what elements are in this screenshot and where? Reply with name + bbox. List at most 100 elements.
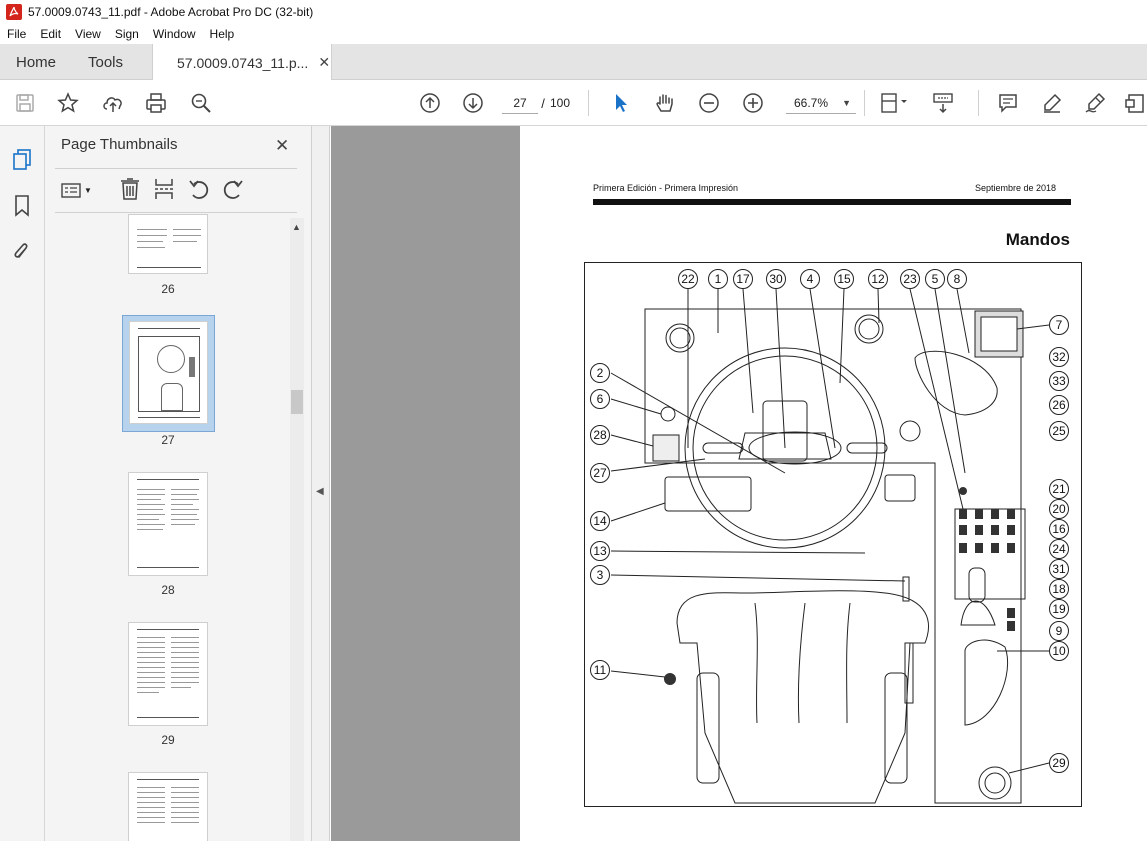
callout-20: 20 [1049, 499, 1069, 519]
export-pdf-icon[interactable] [1122, 80, 1147, 126]
callout-23: 23 [900, 269, 920, 289]
left-tool-rail [0, 126, 45, 841]
page-thumbnail[interactable] [128, 214, 208, 274]
callout-12: 12 [868, 269, 888, 289]
thumbnail-options-menu[interactable]: ▼ [61, 178, 97, 202]
zoom-in-icon[interactable] [738, 80, 768, 126]
list-options-icon [61, 183, 81, 198]
zoom-out-icon[interactable] [694, 80, 724, 126]
page-thumbnail[interactable] [128, 472, 208, 576]
bookmarks-icon[interactable] [0, 192, 44, 220]
callout-28: 28 [590, 425, 610, 445]
delete-pages-icon[interactable] [119, 176, 141, 205]
callout-15: 15 [834, 269, 854, 289]
scroll-mode-icon[interactable] [928, 80, 958, 126]
tab-document[interactable]: 57.0009.0743_11.p... ✕ [152, 44, 332, 81]
thumbnail-label: 29 [161, 733, 175, 747]
thumbnail-label: 26 [161, 282, 175, 296]
callout-1: 1 [708, 269, 728, 289]
attachments-icon[interactable] [0, 238, 44, 266]
callout-8: 8 [947, 269, 967, 289]
tab-tools[interactable]: Tools [88, 44, 123, 80]
thumbnails-panel: Page Thumbnails ✕ ▼ 26 27 28 29 ▲ [45, 126, 312, 841]
page-heading: Mandos [1005, 230, 1070, 249]
callout-21: 21 [1049, 479, 1069, 499]
menu-sign[interactable]: Sign [108, 27, 146, 41]
callout-13: 13 [590, 541, 610, 561]
callout-19: 19 [1049, 599, 1069, 619]
previous-page-icon[interactable] [415, 80, 445, 126]
menu-window[interactable]: Window [146, 27, 203, 41]
save-icon[interactable] [10, 80, 40, 126]
comment-icon[interactable] [993, 80, 1023, 126]
insert-page-icon[interactable] [153, 176, 175, 205]
callout-22: 22 [678, 269, 698, 289]
next-page-icon[interactable] [458, 80, 488, 126]
header-rule [593, 199, 1071, 205]
controls-diagram: 22 1 17 30 4 15 12 23 5 8 7 32 33 26 25 … [584, 262, 1082, 807]
callout-6: 6 [590, 389, 610, 409]
window-title: 57.0009.0743_11.pdf - Adobe Acrobat Pro … [28, 4, 314, 19]
title-bar: 57.0009.0743_11.pdf - Adobe Acrobat Pro … [0, 0, 1147, 23]
page-separator: / [541, 95, 545, 111]
callout-25: 25 [1049, 421, 1069, 441]
panel-divider [55, 212, 297, 213]
page-thumbnail-selected[interactable] [129, 321, 208, 424]
toolbar-divider [588, 90, 589, 116]
page-thumbnail[interactable] [128, 772, 208, 841]
callout-2: 2 [590, 363, 610, 383]
tab-home[interactable]: Home [16, 44, 56, 80]
tab-document-label: 57.0009.0743_11.p... [177, 54, 309, 71]
total-pages: 100 [549, 96, 571, 110]
menu-bar: File Edit View Sign Window Help [0, 23, 1147, 44]
document-viewport[interactable]: Primera Edición - Primera Impresión Sept… [331, 126, 1147, 841]
page-number-input[interactable]: 27 [502, 92, 538, 114]
callout-18: 18 [1049, 579, 1069, 599]
thumbnail-label: 28 [161, 583, 175, 597]
hand-tool-icon[interactable] [650, 80, 680, 126]
scrollbar-thumb[interactable] [291, 390, 303, 414]
rotate-right-icon[interactable] [221, 176, 245, 205]
callout-27: 27 [590, 463, 610, 483]
callout-11: 11 [590, 660, 610, 680]
callout-31: 31 [1049, 559, 1069, 579]
sign-pen-icon[interactable] [1080, 80, 1110, 126]
bookmark-star-icon[interactable] [53, 80, 83, 126]
thumbnail-label: 27 [161, 433, 175, 447]
thumbnail-scrollbar[interactable]: ▲ [290, 218, 304, 841]
menu-file[interactable]: File [0, 27, 33, 41]
callout-10: 10 [1049, 641, 1069, 661]
callout-26: 26 [1049, 395, 1069, 415]
highlight-pen-icon[interactable] [1037, 80, 1067, 126]
menu-edit[interactable]: Edit [33, 27, 68, 41]
callout-5: 5 [925, 269, 945, 289]
menu-view[interactable]: View [68, 27, 108, 41]
callout-14: 14 [590, 511, 610, 531]
upload-cloud-icon[interactable] [98, 80, 128, 126]
collapse-arrow-icon[interactable]: ◀ [316, 486, 324, 497]
panel-title: Page Thumbnails [61, 136, 178, 153]
menu-help[interactable]: Help [203, 27, 242, 41]
close-tab-icon[interactable]: ✕ [318, 54, 330, 71]
rotate-left-icon[interactable] [187, 176, 211, 205]
thumbnail-list: 26 27 28 29 [45, 214, 290, 841]
close-panel-icon[interactable]: ✕ [275, 136, 289, 156]
callout-24: 24 [1049, 539, 1069, 559]
print-icon[interactable] [141, 80, 171, 126]
callout-4: 4 [800, 269, 820, 289]
page-thumbnail[interactable] [128, 622, 208, 726]
thumbnail-diagram [138, 336, 200, 412]
panel-collapse-bar[interactable]: ◀ [312, 126, 330, 841]
zoom-select[interactable]: 66.7% ▼ [785, 80, 857, 126]
callout-29: 29 [1049, 753, 1069, 773]
search-zoom-icon[interactable] [186, 80, 216, 126]
page-fit-icon[interactable] [874, 80, 912, 126]
select-cursor-icon[interactable] [606, 80, 636, 126]
callout-30: 30 [766, 269, 786, 289]
pdf-page: Primera Edición - Primera Impresión Sept… [520, 126, 1147, 841]
scroll-up-icon[interactable]: ▲ [292, 222, 301, 232]
callout-17: 17 [733, 269, 753, 289]
page-header-right: Septiembre de 2018 [975, 183, 1057, 193]
callout-7: 7 [1049, 315, 1069, 335]
page-thumbnails-icon[interactable] [0, 146, 44, 174]
